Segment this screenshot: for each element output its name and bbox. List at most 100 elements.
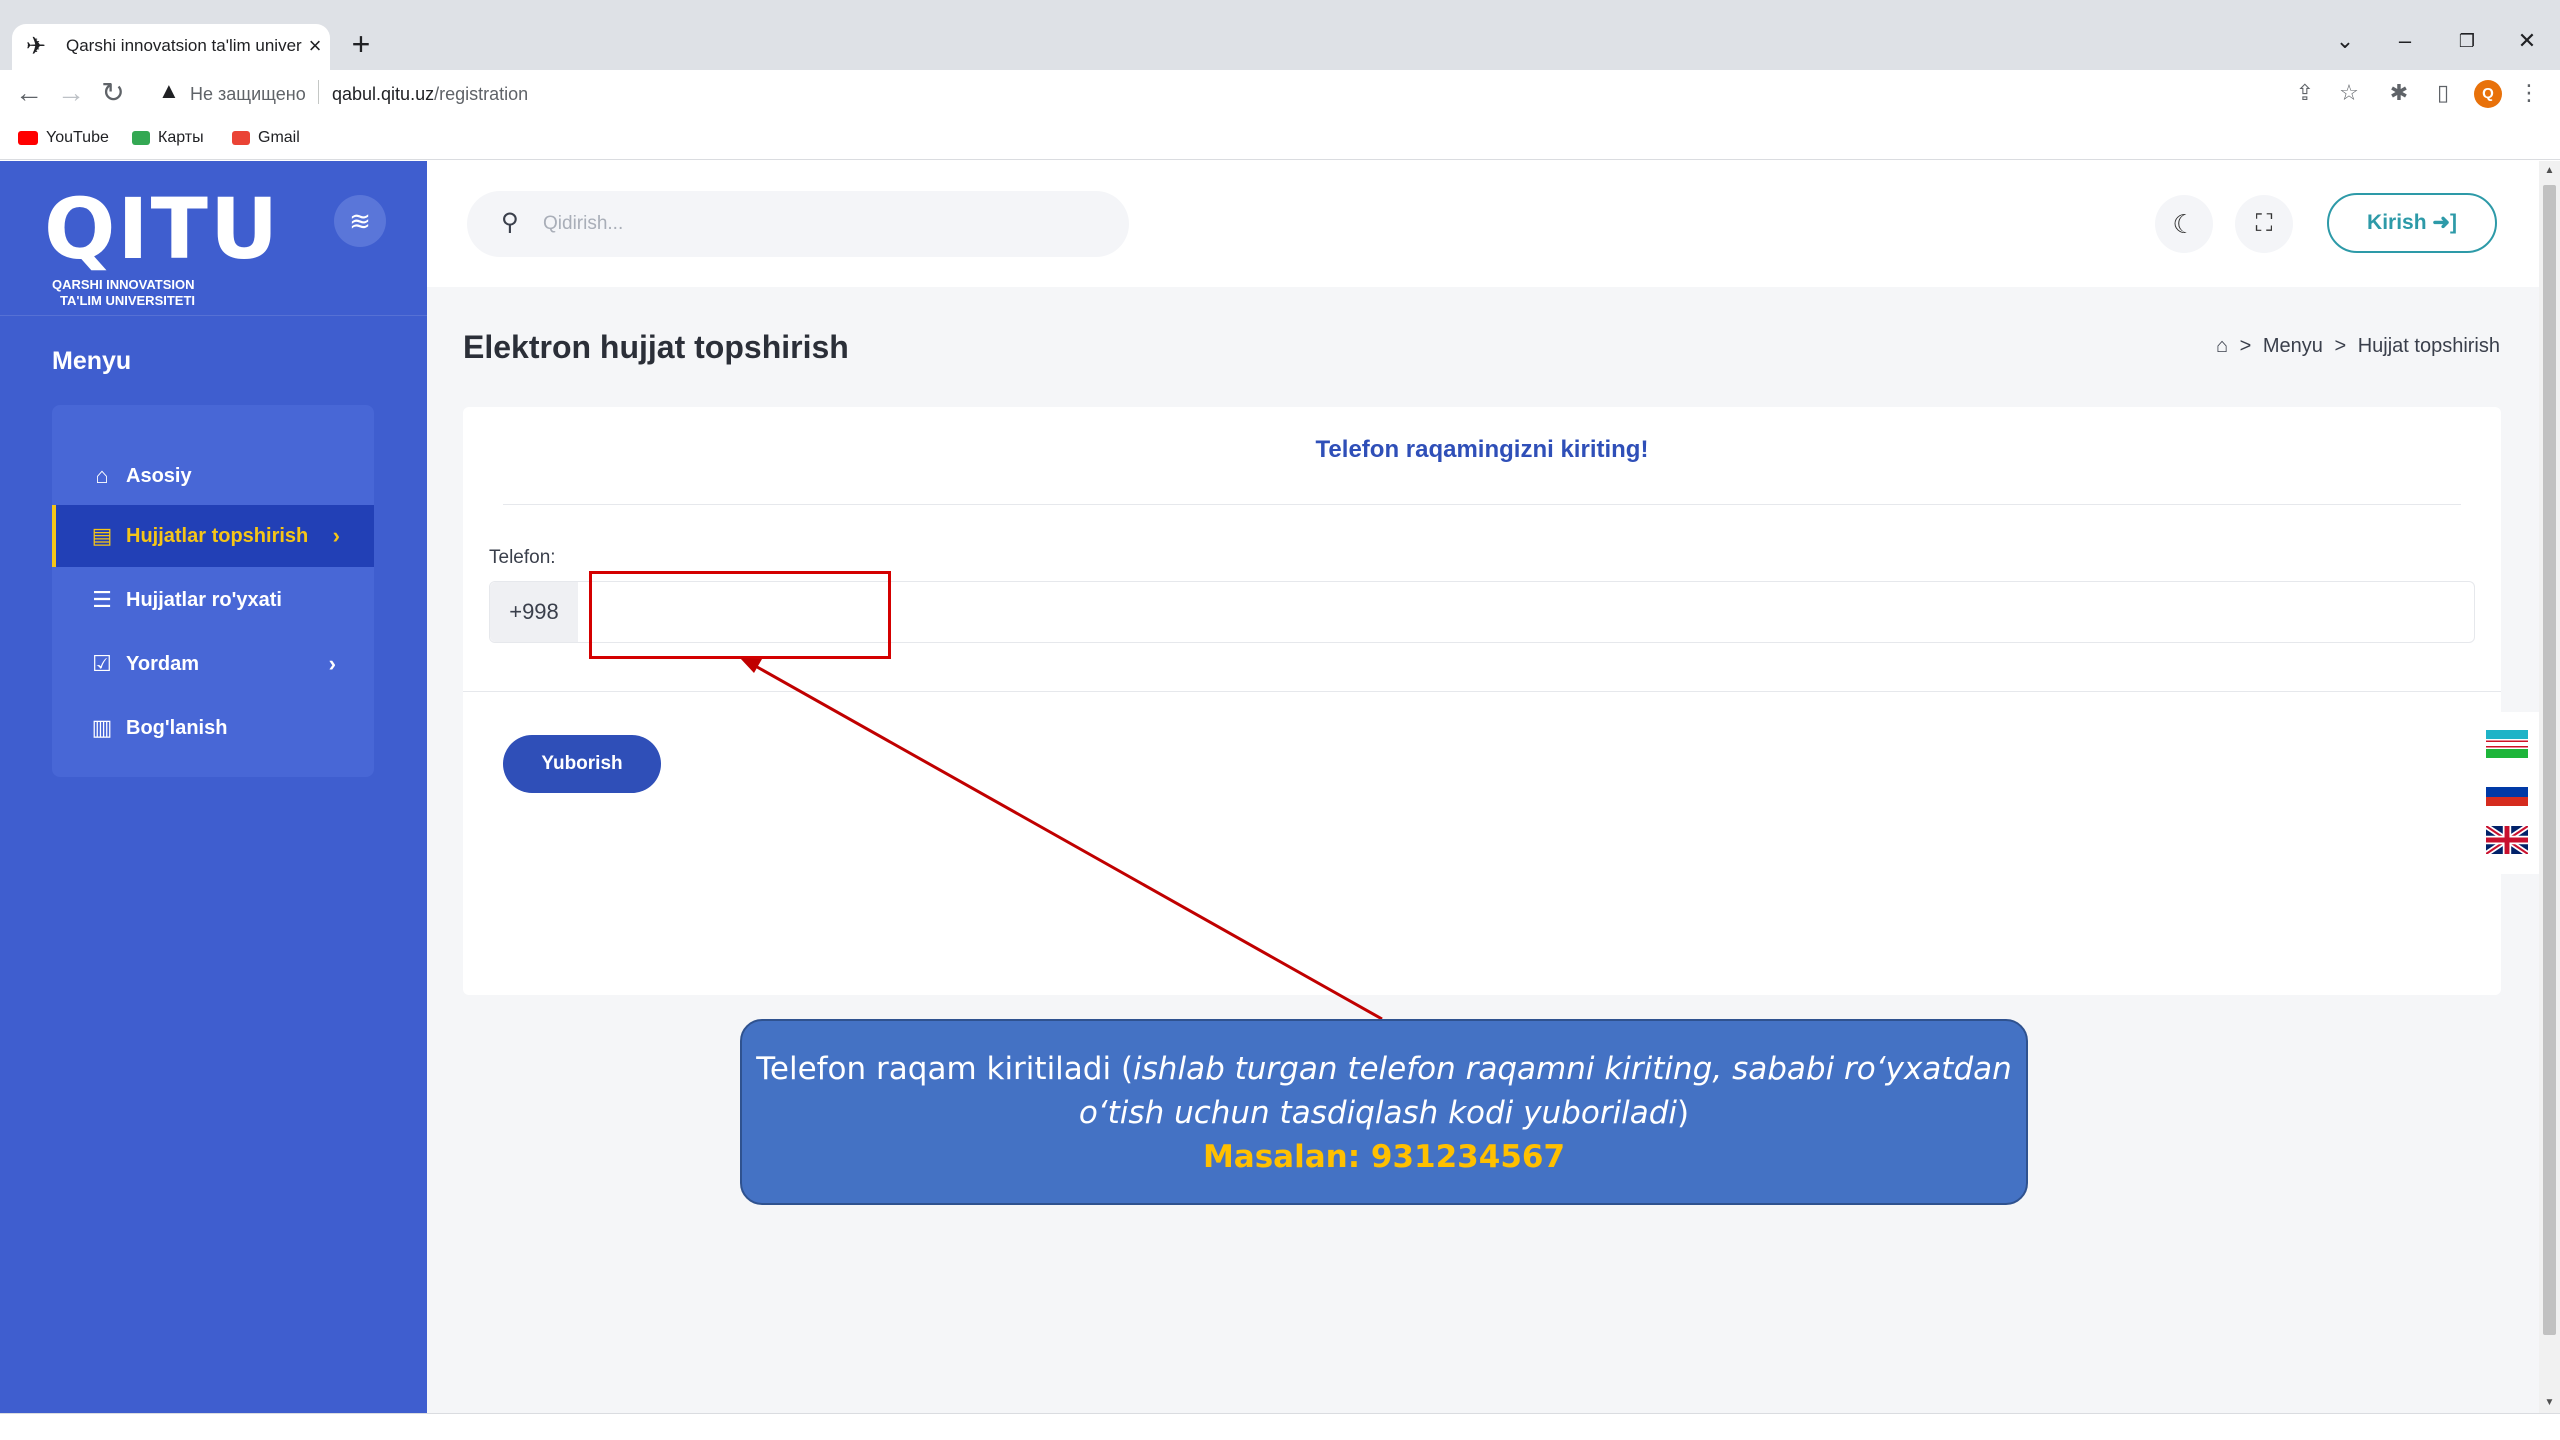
reload-icon[interactable]: ↻ — [96, 76, 130, 110]
url-path: /registration — [434, 84, 529, 104]
document-icon: ▤ — [91, 523, 113, 548]
bookmark-label: Gmail — [258, 129, 300, 146]
annotation-callout: Telefon raqam kiritiladi (ishlab turgan … — [740, 1019, 2028, 1205]
maps-icon — [132, 130, 150, 145]
logo-subtitle-line: QARSHI INNOVATSION — [52, 277, 195, 292]
breadcrumb-item-menyu[interactable]: Menyu — [2263, 335, 2323, 357]
tab-search-icon[interactable]: ⌄ — [2330, 26, 2360, 56]
logo-subtitle: QARSHI INNOVATSION TA'LIM UNIVERSITETI — [52, 277, 262, 309]
flag-uz-icon[interactable] — [2486, 730, 2528, 758]
browser-tab[interactable]: ✈ Qarshi innovatsion ta'lim univers × — [12, 24, 330, 70]
url-separator — [318, 80, 319, 104]
sidebar-item-label: Hujjatlar topshirish — [126, 525, 309, 547]
sidebar-item-label: Asosiy — [126, 465, 192, 487]
url-host: qabul.qitu.uz — [332, 84, 435, 104]
menu-kebab-icon[interactable]: ⋮ — [2514, 78, 2544, 108]
share-icon[interactable]: ⇪ — [2290, 78, 2320, 108]
annotation-text-end: ) — [1677, 1095, 1690, 1131]
url-text[interactable]: qabul.qitu.uz/registration — [332, 84, 528, 105]
annotation-text-italic: ishlab turgan telefon raqamni kiriting, … — [1078, 1051, 2012, 1131]
youtube-icon — [18, 130, 38, 145]
sidebar-item-label: Yordam — [126, 653, 199, 675]
top-header: ⚲ ☾ ⛶ Kirish ➜] — [427, 161, 2539, 287]
breadcrumb-item-current: Hujjat topshirish — [2357, 335, 2500, 357]
breadcrumb-separator: > — [2334, 335, 2347, 357]
sidebar-divider — [0, 315, 427, 316]
card-divider — [463, 691, 2501, 692]
close-window-icon[interactable]: ✕ — [2512, 26, 2542, 56]
page-scrollbar[interactable]: ▲ ▼ — [2539, 161, 2560, 1413]
map-icon: ▥ — [91, 715, 113, 740]
phone-label: Telefon: — [489, 547, 556, 568]
logo-text: QITU — [44, 180, 281, 278]
gmail-icon — [232, 130, 250, 145]
phone-form-card: Telefon raqamingizni kiriting! Telefon: … — [463, 407, 2501, 995]
annotation-text-start: Telefon raqam kiritiladi ( — [756, 1051, 1134, 1087]
side-panel-icon[interactable]: ▯ — [2428, 78, 2458, 108]
bookmark-star-icon[interactable]: ☆ — [2334, 78, 2364, 108]
page-title: Elektron hujjat topshirish — [463, 329, 849, 365]
sidebar-item-asosiy[interactable]: ⌂ Asosiy — [52, 445, 374, 507]
minimize-icon[interactable]: – — [2390, 26, 2420, 56]
sidebar-item-hujjatlar-royxati[interactable]: ☰ Hujjatlar ro'yxati — [52, 569, 374, 631]
layers-toggle-icon[interactable]: ≋ — [334, 195, 386, 247]
bookmarks-bar: YouTube Карты Gmail — [0, 116, 2560, 160]
sidebar-item-yordam[interactable]: ☑ Yordam › — [52, 633, 374, 695]
not-secure-label[interactable]: Не защищено — [190, 84, 306, 105]
fullscreen-icon[interactable]: ⛶ — [2235, 195, 2293, 253]
breadcrumb-separator: > — [2239, 335, 2252, 357]
bottom-strip — [0, 1413, 2560, 1440]
scroll-up-icon[interactable]: ▲ — [2539, 161, 2560, 181]
chevron-right-icon: › — [332, 523, 340, 548]
scroll-down-icon[interactable]: ▼ — [2539, 1393, 2560, 1413]
phone-prefix: +998 — [490, 582, 578, 642]
bookmark-youtube[interactable]: YouTube — [18, 126, 109, 150]
breadcrumb: ⌂ > Menyu > Hujjat topshirish — [2210, 335, 2500, 358]
login-button[interactable]: Kirish ➜] — [2327, 193, 2497, 253]
list-icon: ☰ — [92, 587, 112, 612]
new-tab-button[interactable]: + — [344, 28, 378, 62]
submit-button[interactable]: Yuborish — [503, 735, 661, 793]
warning-icon: ▲ — [158, 78, 180, 103]
checkbox-icon: ☑ — [92, 651, 112, 676]
page-viewport: QITU QARSHI INNOVATSION TA'LIM UNIVERSIT… — [0, 161, 2560, 1413]
sidebar-item-label: Hujjatlar ro'yxati — [126, 589, 282, 611]
flag-gb-icon[interactable] — [2484, 823, 2530, 857]
annotation-highlight-box — [589, 571, 891, 659]
qitu-logo[interactable]: QITU QARSHI INNOVATSION TA'LIM UNIVERSIT… — [44, 187, 278, 308]
flag-ru-icon[interactable] — [2486, 778, 2528, 806]
card-title: Telefon raqamingizni kiriting! — [503, 407, 2461, 505]
chevron-right-icon: › — [328, 651, 336, 676]
browser-toolbar: ← → ↻ ▲ Не защищено qabul.qitu.uz/regist… — [0, 70, 2560, 116]
union-jack-icon — [2484, 823, 2530, 857]
address-bar[interactable]: ▲ Не защищено qabul.qitu.uz/registration — [146, 74, 2376, 112]
bookmark-label: Карты — [158, 129, 204, 146]
close-tab-icon[interactable]: × — [302, 33, 328, 59]
back-icon[interactable]: ← — [12, 76, 46, 110]
sidebar-item-label: Bog'lanish — [126, 717, 228, 739]
profile-avatar[interactable]: Q — [2474, 80, 2502, 108]
bookmark-maps[interactable]: Карты — [132, 126, 204, 150]
annotation-example: Masalan: 931234567 — [1202, 1139, 1566, 1175]
sidebar: QITU QARSHI INNOVATSION TA'LIM UNIVERSIT… — [0, 161, 427, 1413]
annotation-text: Telefon raqam kiritiladi (ishlab turgan … — [742, 1047, 2026, 1135]
forward-icon[interactable]: → — [54, 76, 88, 110]
search-input[interactable] — [543, 209, 1103, 239]
sidebar-item-hujjatlar-topshirish[interactable]: ▤ Hujjatlar topshirish › — [52, 505, 374, 567]
bookmark-gmail[interactable]: Gmail — [232, 126, 300, 150]
home-icon[interactable]: ⌂ — [2216, 335, 2228, 357]
restore-icon[interactable]: ❐ — [2452, 26, 2482, 56]
dark-mode-moon-icon[interactable]: ☾ — [2155, 195, 2213, 253]
menu-heading: Menyu — [52, 347, 132, 375]
extensions-icon[interactable]: ✱ — [2384, 78, 2414, 108]
tab-title: Qarshi innovatsion ta'lim univers — [66, 36, 302, 55]
home-icon: ⌂ — [95, 463, 109, 488]
browser-tab-bar: ✈ Qarshi innovatsion ta'lim univers × + … — [0, 0, 2560, 70]
graduation-cap-icon: ✈ — [26, 33, 47, 60]
language-switcher — [2474, 712, 2540, 874]
sidebar-menu: ⌂ Asosiy ▤ Hujjatlar topshirish › ☰ Hujj… — [52, 405, 374, 777]
logo-subtitle-line: TA'LIM UNIVERSITETI — [60, 293, 196, 308]
sidebar-item-boglanish[interactable]: ▥ Bog'lanish — [52, 697, 374, 759]
bookmark-label: YouTube — [46, 129, 109, 146]
scroll-thumb[interactable] — [2543, 185, 2556, 1335]
